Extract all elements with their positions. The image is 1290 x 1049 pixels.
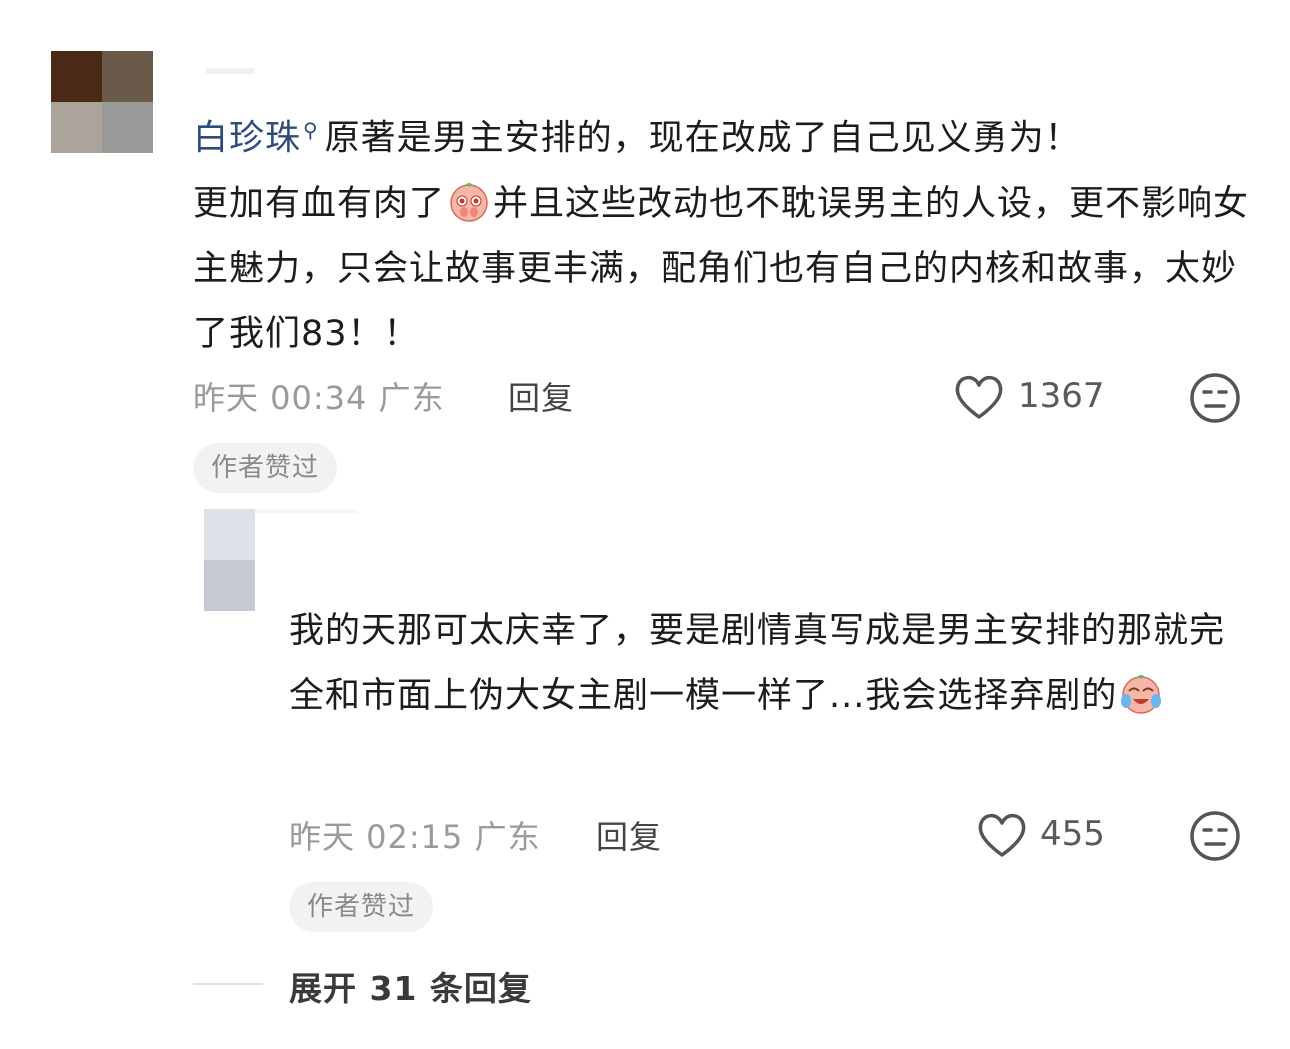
like-count: 1367 bbox=[1018, 376, 1105, 416]
search-icon[interactable]: ⚲ bbox=[303, 118, 319, 142]
dislike-face-icon[interactable] bbox=[1189, 372, 1241, 424]
expand-replies-button[interactable]: 展开 31 条回复 bbox=[289, 962, 532, 1010]
avatar[interactable] bbox=[51, 51, 153, 153]
comment-timestamp: 昨天 00:34 广东 bbox=[193, 379, 445, 417]
reply-author-liked-badge: 作者赞过 bbox=[289, 882, 434, 932]
author-liked-badge: 作者赞过 bbox=[193, 443, 338, 493]
comment-body: 白珍珠 ⚲ 原著是男主安排的，现在改成了自己见义勇为！ 更加有血有肉了 并且这些改动… bbox=[193, 118, 1250, 354]
pleading-peach-emoji-icon bbox=[450, 182, 488, 222]
reply-reply-button[interactable]: 回复 bbox=[596, 812, 662, 858]
comment-location: 广东 bbox=[378, 379, 445, 417]
divider bbox=[193, 983, 263, 985]
username-placeholder bbox=[205, 68, 255, 74]
reply-timestamp: 昨天 02:15 广东 bbox=[289, 818, 541, 856]
author-name[interactable]: 白珍珠 bbox=[193, 119, 301, 159]
dislike-face-icon[interactable] bbox=[1189, 810, 1241, 862]
reply-button[interactable]: 回复 bbox=[508, 373, 574, 419]
reply-avatar[interactable] bbox=[204, 509, 255, 611]
reply-body: 我的天那可太庆幸了，要是剧情真写成是男主安排的那就完全和市面上伪大女主剧一模一样… bbox=[289, 611, 1226, 716]
heart-icon[interactable] bbox=[976, 811, 1028, 859]
crying-laughing-peach-emoji-icon bbox=[1121, 675, 1162, 714]
reply-like-count: 455 bbox=[1040, 814, 1105, 854]
heart-icon[interactable] bbox=[953, 373, 1005, 421]
reply-username-placeholder bbox=[255, 509, 357, 513]
reply-location: 广东 bbox=[474, 818, 541, 856]
